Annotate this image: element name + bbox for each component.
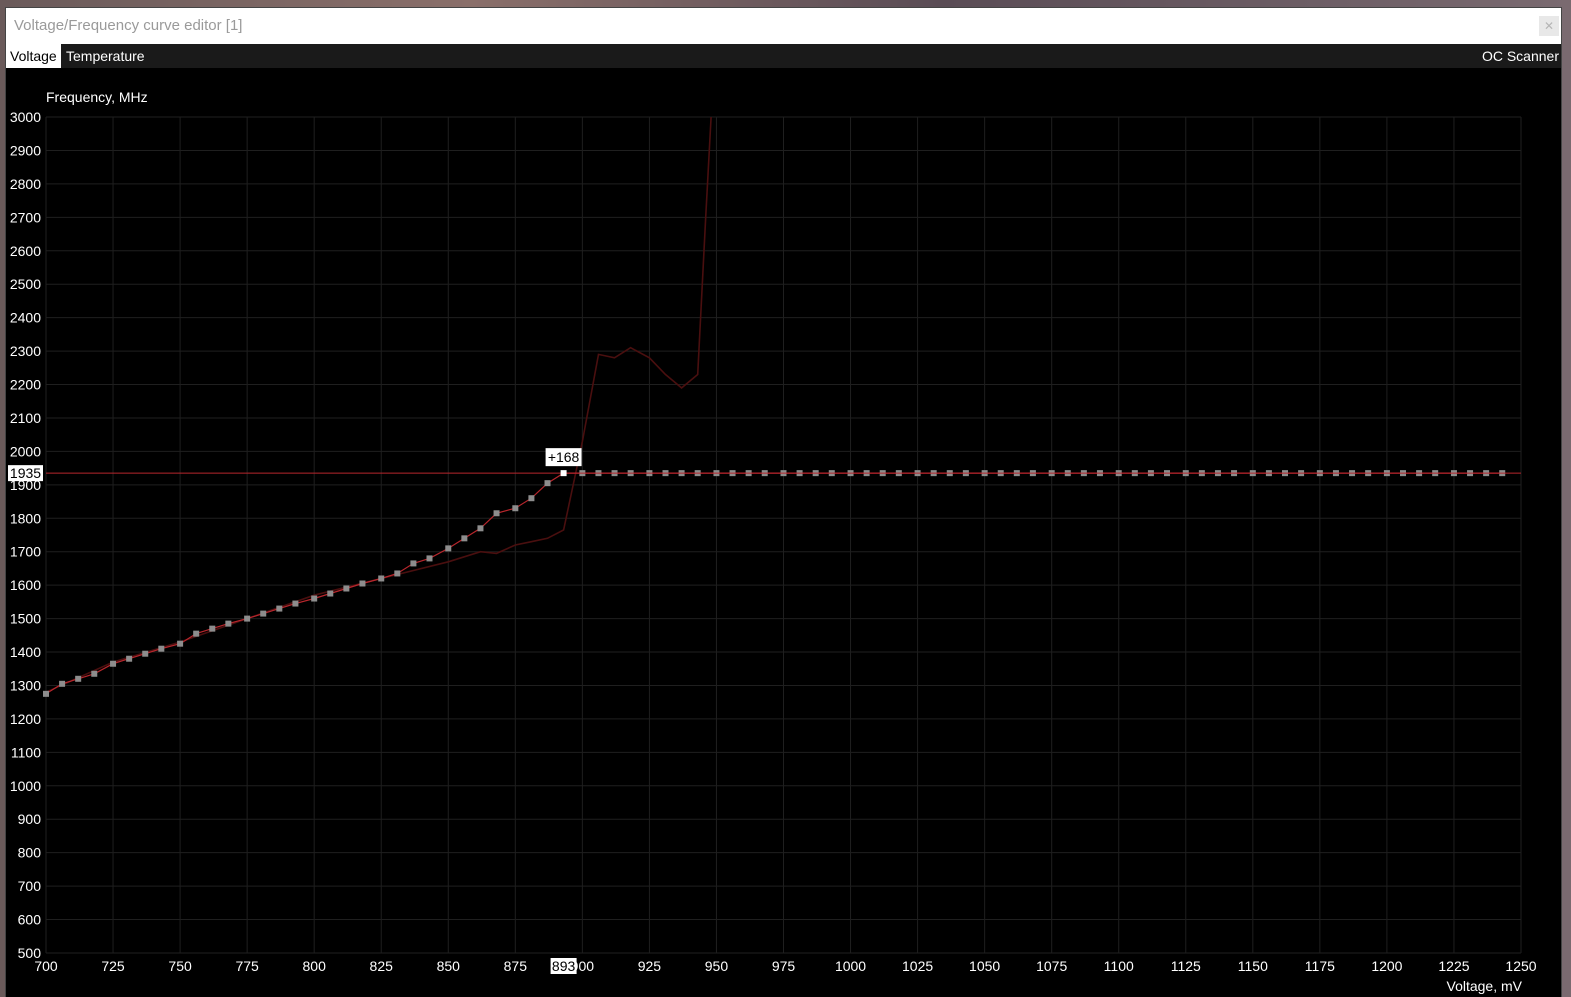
y-tick-label: 2000	[10, 443, 41, 459]
x-tick-label: 1150	[1238, 958, 1268, 974]
y-axis-title: Frequency, MHz	[46, 89, 148, 105]
close-icon[interactable]: ✕	[1539, 16, 1559, 36]
y-tick-label: 1800	[10, 510, 41, 526]
curve-point[interactable]	[343, 585, 350, 592]
y-tick-label: 2100	[10, 410, 41, 426]
curve-point[interactable]	[311, 595, 318, 602]
x-tick-label: 1100	[1104, 958, 1134, 974]
y-tick-label: 1400	[10, 644, 41, 660]
curve-point[interactable]	[445, 545, 452, 552]
curve-point[interactable]	[477, 525, 484, 532]
x-axis-ticks: 700 725 750 775 800 825 850 875 900 925 950 975 1000…	[34, 958, 1536, 974]
y-tick-label: 800	[18, 845, 42, 861]
y-tick-label: 700	[18, 878, 42, 894]
curve-point[interactable]	[142, 650, 149, 657]
curve-point[interactable]	[91, 670, 98, 677]
curve-point[interactable]	[426, 555, 433, 562]
curve-point[interactable]	[512, 505, 519, 512]
selected-voltage-label: 893	[552, 958, 576, 974]
y-tick-label: 2600	[10, 243, 41, 259]
curve-point[interactable]	[59, 680, 66, 687]
selected-frequency-label: 1935	[10, 465, 41, 481]
curve-point[interactable]	[528, 495, 535, 502]
x-tick-label: 950	[705, 958, 729, 974]
tab-voltage[interactable]: Voltage	[6, 44, 61, 68]
x-tick-label: 725	[101, 958, 125, 974]
y-tick-label: 600	[18, 912, 42, 928]
curve-point[interactable]	[110, 660, 117, 667]
reference-curve-line	[45, 116, 712, 693]
curve-point[interactable]	[158, 645, 165, 652]
x-tick-label: 1125	[1171, 958, 1201, 974]
curve-points[interactable]	[43, 470, 1506, 697]
y-tick-label: 900	[18, 811, 42, 827]
x-tick-label: 975	[772, 958, 796, 974]
curve-point[interactable]	[378, 575, 385, 582]
curve-point[interactable]	[43, 690, 49, 697]
curve-point[interactable]	[292, 600, 299, 607]
curve-editor-window: Voltage/Frequency curve editor [1] ✕ Vol…	[6, 8, 1561, 997]
vf-curve-chart[interactable]: Frequency, MHz Voltage, mV 5006007008009…	[6, 68, 1561, 997]
oc-scanner-button[interactable]: OC Scanner	[1482, 44, 1559, 68]
y-axis-ticks: 5006007008009001000110012001300140015001…	[10, 109, 41, 961]
x-tick-label: 700	[34, 958, 58, 974]
x-tick-label: 1250	[1505, 958, 1536, 974]
x-tick-label: 875	[504, 958, 528, 974]
x-tick-label: 1025	[902, 958, 933, 974]
curve-point[interactable]	[225, 620, 232, 627]
y-tick-label: 2800	[10, 176, 41, 192]
selected-point[interactable]	[560, 470, 567, 477]
curve-point[interactable]	[177, 640, 184, 647]
x-tick-label: 1200	[1371, 958, 1402, 974]
x-tick-label: 825	[370, 958, 394, 974]
x-tick-label: 800	[303, 958, 327, 974]
x-tick-label: 1050	[969, 958, 1000, 974]
y-tick-label: 1100	[11, 744, 41, 760]
curve-point[interactable]	[359, 580, 366, 587]
curve-point[interactable]	[244, 615, 251, 622]
curve-point[interactable]	[193, 630, 200, 637]
y-tick-label: 1200	[10, 711, 41, 727]
x-tick-label: 1175	[1305, 958, 1335, 974]
curve-point[interactable]	[493, 510, 500, 517]
y-tick-label: 2700	[10, 209, 41, 225]
y-tick-label: 2300	[10, 343, 41, 359]
curve-point[interactable]	[544, 480, 551, 487]
y-tick-label: 1600	[10, 577, 41, 593]
selected-point-group[interactable]: +168 1935 893	[8, 448, 582, 974]
curve-point[interactable]	[327, 590, 334, 597]
y-tick-label: 2500	[10, 276, 41, 292]
curve-point[interactable]	[126, 655, 133, 662]
offset-label: +168	[548, 449, 580, 465]
y-tick-label: 1700	[10, 544, 41, 560]
y-tick-label: 2400	[10, 310, 41, 326]
x-axis-title: Voltage, mV	[1447, 978, 1523, 994]
window-title: Voltage/Frequency curve editor [1]	[14, 17, 243, 34]
x-tick-label: 850	[437, 958, 461, 974]
y-tick-label: 2200	[10, 377, 41, 393]
tab-bar: Voltage Temperature OC Scanner	[6, 44, 1561, 68]
chart-grid	[45, 116, 1522, 954]
y-tick-label: 3000	[10, 109, 41, 125]
curve-point[interactable]	[75, 675, 82, 682]
curve-point[interactable]	[260, 610, 267, 617]
y-tick-label: 1300	[10, 677, 41, 693]
title-bar[interactable]: Voltage/Frequency curve editor [1] ✕	[6, 8, 1561, 44]
vf-curve-line	[45, 472, 1503, 695]
x-tick-label: 775	[235, 958, 259, 974]
tab-temperature[interactable]: Temperature	[62, 44, 149, 68]
y-tick-label: 1500	[10, 611, 41, 627]
x-tick-label: 1075	[1036, 958, 1067, 974]
curve-point[interactable]	[410, 560, 417, 567]
curve-point[interactable]	[394, 570, 401, 577]
y-tick-label: 1000	[10, 778, 41, 794]
curve-point[interactable]	[461, 535, 468, 542]
x-tick-label: 925	[638, 958, 662, 974]
x-tick-label: 1225	[1438, 958, 1469, 974]
curve-point[interactable]	[209, 625, 216, 632]
curve-point[interactable]	[276, 605, 283, 612]
y-tick-label: 2900	[10, 142, 41, 158]
x-tick-label: 1000	[835, 958, 866, 974]
x-tick-label: 750	[168, 958, 192, 974]
